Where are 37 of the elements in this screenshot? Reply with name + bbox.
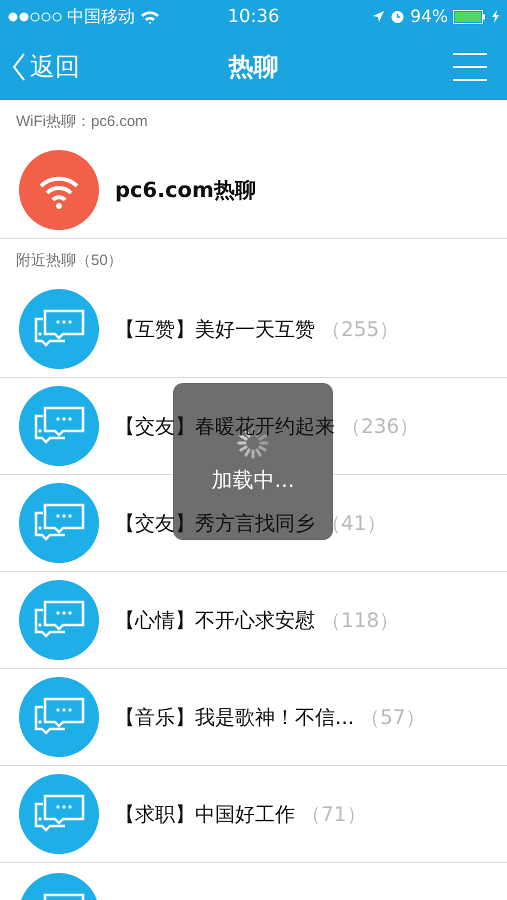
room-item[interactable]: 【心情】不开心求安慰 （118） <box>0 572 507 669</box>
battery-percent: 94% <box>410 6 448 26</box>
back-chevron-icon <box>12 52 26 82</box>
carrier-name: 中国移动 <box>67 6 135 28</box>
chat-bubbles-icon <box>19 774 99 854</box>
room-item[interactable]: 【音乐】我是歌神！不信... （57） <box>0 669 507 766</box>
room-title: 【求职】中国好工作 <box>115 800 295 828</box>
room-title: 【互赞】美好一天互赞 <box>115 316 315 342</box>
battery-icon <box>453 10 487 24</box>
member-count: （57） <box>360 704 426 730</box>
section-header: 附近热聊（50） <box>0 238 507 281</box>
chat-bubbles-icon <box>19 580 99 660</box>
menu-icon[interactable] <box>453 52 487 80</box>
wifi-icon <box>19 150 99 230</box>
member-count: （255） <box>321 316 400 342</box>
section-header: WiFi热聊：pc6.com <box>15 112 149 132</box>
status-time: 10:36 <box>228 6 280 27</box>
chat-bubbles-icon <box>19 483 99 563</box>
member-count: （41） <box>321 510 386 536</box>
page-title: 热聊 <box>228 51 278 83</box>
room-title: pc6.com热聊 <box>115 177 256 204</box>
member-count: （236） <box>341 412 420 440</box>
room-title: 【心情】不开心求安慰 <box>115 606 315 634</box>
signal-icon <box>8 12 62 22</box>
chat-bubbles-icon <box>19 289 99 369</box>
room-item[interactable]: 【互赞】美好一天互赞 （255） <box>0 281 507 378</box>
room-item[interactable]: 【求职】中国好工作 （71） <box>0 766 507 863</box>
member-count: （71） <box>301 800 366 828</box>
wifi-icon <box>140 10 160 24</box>
charging-icon <box>492 10 499 23</box>
room-title: 【音乐】我是歌神！不信... <box>115 704 354 730</box>
location-icon <box>372 10 386 23</box>
chat-bubbles-icon <box>19 386 99 466</box>
member-count: （118） <box>321 606 400 634</box>
room-item[interactable]: pc6.com热聊 <box>0 142 507 238</box>
alarm-icon <box>390 9 406 24</box>
chat-bubbles-icon <box>19 677 99 757</box>
